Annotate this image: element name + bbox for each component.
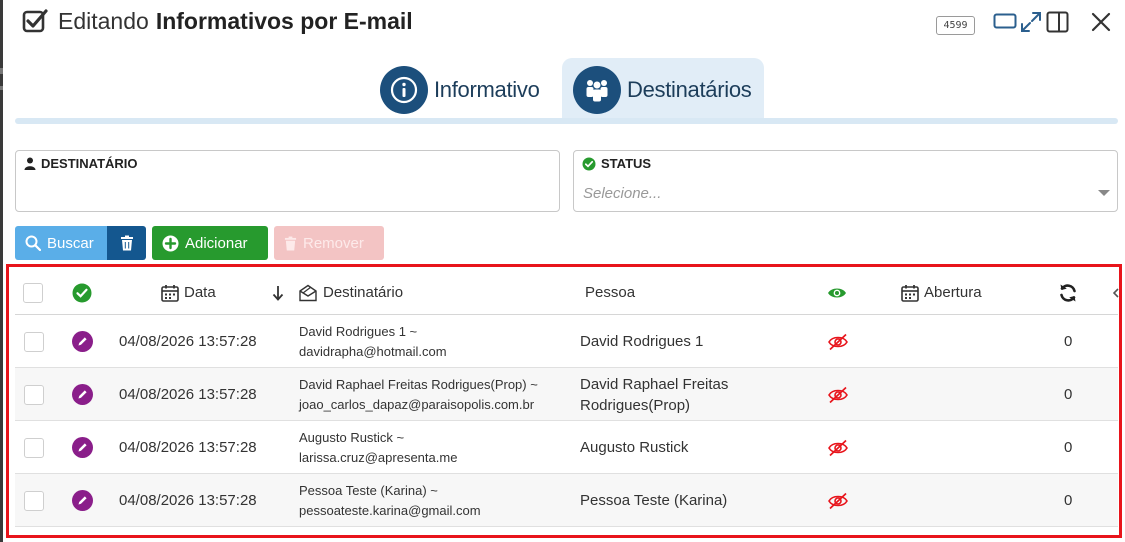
title-prefix: Editando [58,7,149,34]
remover-button[interactable]: Remover [274,226,384,260]
user-icon [24,157,36,170]
search-icon [25,235,41,251]
destinatario-field[interactable]: DESTINATÁRIO [15,150,560,212]
tab-informativo[interactable]: Informativo [380,58,540,122]
tabs-underline [15,118,1118,124]
highlight-frame [6,264,1122,538]
page-title: Informativos por E-mail [155,7,413,34]
status-label: STATUS [601,156,652,171]
status-placeholder: Selecione... [583,185,662,202]
plus-circle-icon [162,235,179,251]
users-group-icon [573,66,621,114]
record-id-badge: 4599 [936,16,975,35]
buscar-label: Buscar [47,234,94,252]
info-icon [380,66,428,114]
destinatario-label: DESTINATÁRIO [41,156,138,171]
window-title: Editando Informativos por E-mail [22,6,413,36]
trash-icon [120,235,133,251]
restore-window-icon[interactable] [993,13,1017,31]
adicionar-button[interactable]: Adicionar [152,226,268,260]
tab-informativo-label: Informativo [434,77,540,102]
expand-icon[interactable] [1020,11,1042,33]
split-panel-icon[interactable] [1046,11,1070,33]
chevron-down-icon[interactable] [1098,190,1110,196]
trash-icon [284,236,297,250]
close-icon[interactable] [1090,11,1112,33]
clear-button[interactable] [107,226,146,260]
buscar-button[interactable]: Buscar [15,226,107,260]
remover-label: Remover [303,234,364,252]
adicionar-label: Adicionar [185,234,248,252]
left-edge-strip [0,0,3,542]
checkbox-checked-icon [22,9,48,33]
tab-destinatarios-label: Destinatários [627,77,752,102]
tab-destinatarios[interactable]: Destinatários [562,58,764,122]
check-circle-icon [582,157,596,170]
status-select[interactable]: STATUS Selecione... [573,150,1118,212]
